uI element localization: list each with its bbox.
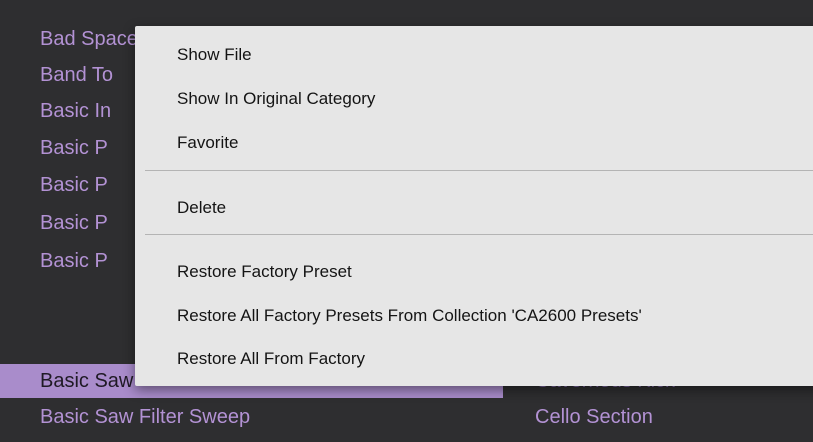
preset-item[interactable]: Basic Saw Filter Sweep	[0, 400, 503, 434]
menu-item-restore-factory-preset[interactable]: Restore Factory Preset	[177, 258, 352, 286]
menu-item-delete[interactable]: Delete	[177, 194, 226, 222]
menu-item-restore-all-from-collection[interactable]: Restore All Factory Presets From Collect…	[177, 302, 642, 330]
preset-item[interactable]: Cello Section	[503, 400, 813, 434]
menu-item-show-in-original-category[interactable]: Show In Original Category	[177, 85, 375, 113]
menu-item-show-file[interactable]: Show File	[177, 41, 252, 69]
menu-item-restore-all-from-factory[interactable]: Restore All From Factory	[177, 345, 365, 373]
menu-separator	[145, 170, 813, 171]
menu-separator	[145, 234, 813, 235]
menu-item-favorite[interactable]: Favorite	[177, 129, 238, 157]
context-menu: Show File Show In Original Category Favo…	[135, 26, 813, 386]
